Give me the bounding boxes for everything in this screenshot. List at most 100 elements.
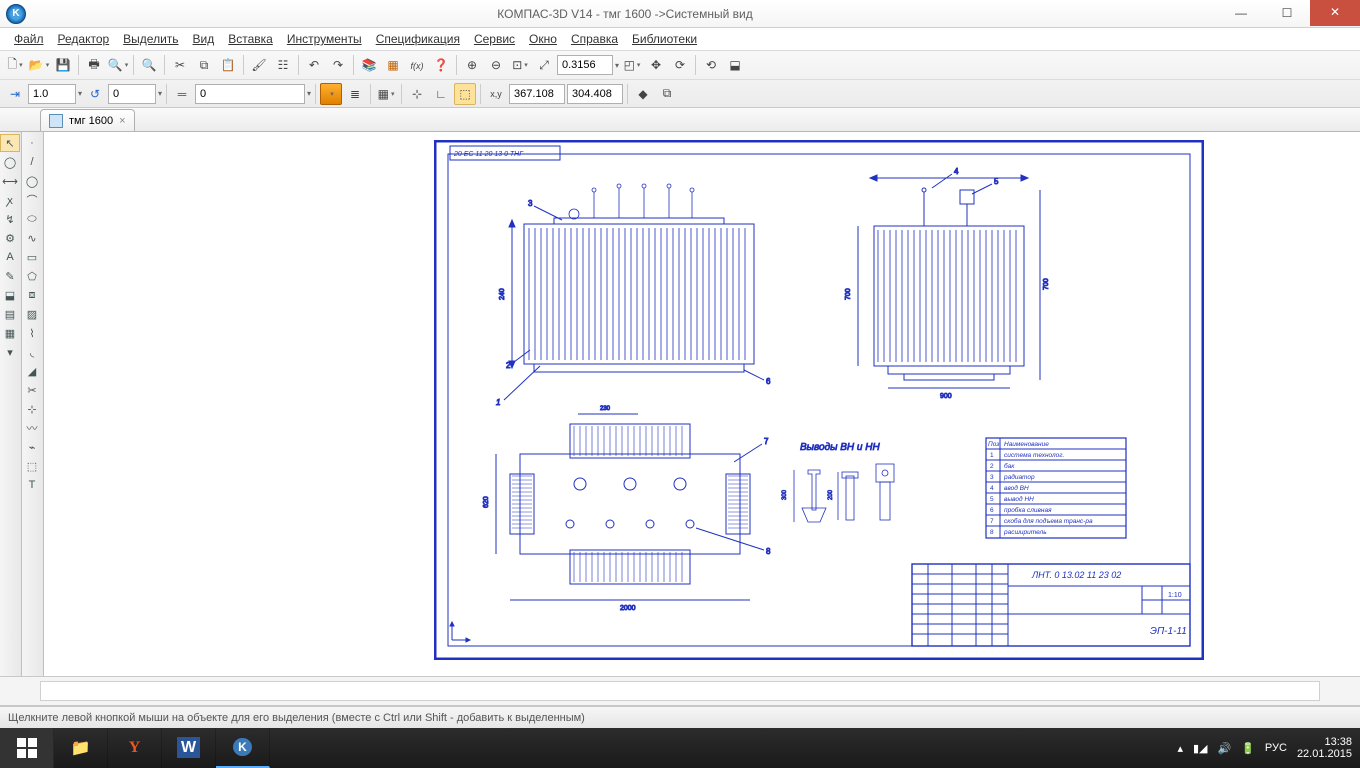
tray-lang[interactable]: РУС (1265, 742, 1287, 754)
new-button[interactable] (4, 54, 26, 76)
lt-arc[interactable]: ⌒ (22, 191, 42, 209)
zoom-in-button[interactable] (461, 54, 483, 76)
snap-manage-button[interactable]: ⧉ (656, 83, 678, 105)
round-button[interactable]: ⬚ (454, 83, 476, 105)
open-button[interactable] (28, 54, 50, 76)
zoom-out-button[interactable] (485, 54, 507, 76)
step-input[interactable] (28, 84, 76, 104)
tray-volume-icon[interactable]: 🔊 (1218, 742, 1232, 755)
menu-spec[interactable]: Спецификация (370, 30, 466, 48)
undo-button[interactable] (303, 54, 325, 76)
snap-end-button[interactable]: ◆ (632, 83, 654, 105)
tool-report[interactable]: ▦ (0, 324, 20, 342)
tool-measure[interactable]: А (0, 248, 20, 266)
lt-line[interactable]: / (22, 153, 42, 171)
properties-button[interactable]: ☷ (272, 54, 294, 76)
menu-select[interactable]: Выделить (117, 30, 184, 48)
zoom-input[interactable] (557, 55, 613, 75)
tool-param[interactable]: ⚙ (0, 229, 20, 247)
menu-file[interactable]: Файл (8, 30, 50, 48)
menu-help[interactable]: Справка (565, 30, 624, 48)
brush-button[interactable] (248, 54, 270, 76)
paste-button[interactable] (217, 54, 239, 76)
snap-step-button[interactable]: ⇥ (4, 83, 26, 105)
refresh-button[interactable] (700, 54, 722, 76)
angle-step-button[interactable]: ↺ (84, 83, 106, 105)
minimize-button[interactable] (1218, 2, 1264, 24)
lt-text[interactable]: T (22, 476, 42, 494)
tray-clock[interactable]: 13:38 22.01.2015 (1297, 736, 1352, 760)
tray-battery-icon[interactable]: 🔋 (1241, 742, 1255, 755)
pan-button[interactable] (645, 54, 667, 76)
tray-network-icon[interactable]: ▮◢ (1193, 742, 1208, 755)
redo-button[interactable] (327, 54, 349, 76)
tool-rough[interactable]: ✎ (0, 267, 20, 285)
task-yandex[interactable] (108, 728, 162, 768)
zoom-prev-button[interactable] (621, 54, 643, 76)
canvas[interactable]: 20 ЕС 11 20 13 0 ТНГ (44, 132, 1360, 676)
lt-poly[interactable]: ⬠ (22, 267, 42, 285)
lt-break[interactable]: ⌁ (22, 438, 42, 456)
menu-view[interactable]: Вид (187, 30, 221, 48)
coord-sys-button[interactable]: x,y (485, 83, 507, 105)
tab-close-icon[interactable]: × (119, 115, 125, 127)
tool-edit[interactable]: ↯ (0, 210, 20, 228)
menu-libs[interactable]: Библиотеки (626, 30, 703, 48)
lt-fillet[interactable]: ◟ (22, 343, 42, 361)
save-button[interactable] (52, 54, 74, 76)
lt-trim[interactable]: ✂ (22, 381, 42, 399)
task-kompas[interactable] (216, 728, 270, 768)
tool-text[interactable]: ꭗ (0, 191, 20, 209)
layer-color-button[interactable] (320, 83, 342, 105)
property-panel-inner[interactable] (40, 681, 1320, 701)
layers-button[interactable] (344, 83, 366, 105)
tool-more[interactable]: ▾ (0, 343, 20, 361)
lt-spline[interactable]: ∿ (22, 229, 42, 247)
doc-tab[interactable]: тмг 1600 × (40, 109, 135, 131)
zoom-fit-button[interactable] (533, 54, 555, 76)
lt-offset[interactable]: ⧈ (22, 286, 42, 304)
maximize-button[interactable] (1264, 2, 1310, 24)
zoom-window-button[interactable] (509, 54, 531, 76)
lt-hatch[interactable]: ▨ (22, 305, 42, 323)
lt-1[interactable]: · (22, 134, 42, 152)
grid-button[interactable] (375, 83, 397, 105)
print-button[interactable] (83, 54, 105, 76)
close-button[interactable] (1310, 0, 1360, 26)
lt-axis[interactable]: ⊹ (22, 400, 42, 418)
lt-block[interactable]: ⬚ (22, 457, 42, 475)
snap-point-button[interactable] (406, 83, 428, 105)
menu-service[interactable]: Сервис (468, 30, 521, 48)
manager-button[interactable]: ▦ (382, 54, 404, 76)
rotate-button[interactable] (669, 54, 691, 76)
style-combo[interactable] (195, 84, 305, 104)
menu-window[interactable]: Окно (523, 30, 563, 48)
lt-ellipse[interactable]: ⬭ (22, 210, 42, 228)
menu-tools[interactable]: Инструменты (281, 30, 368, 48)
task-word[interactable] (162, 728, 216, 768)
menu-insert[interactable]: Вставка (222, 30, 279, 48)
angle-input[interactable] (108, 84, 156, 104)
preview-button[interactable] (107, 54, 129, 76)
help-button[interactable] (430, 54, 452, 76)
library-button[interactable] (358, 54, 380, 76)
tray-up-icon[interactable]: ▴ (1177, 742, 1183, 755)
tool-geometry[interactable]: ◯ (0, 153, 20, 171)
menu-edit[interactable]: Редактор (52, 30, 116, 48)
task-explorer[interactable] (54, 728, 108, 768)
tool-insert[interactable]: ⬓ (0, 286, 20, 304)
lt-chamfer[interactable]: ◢ (22, 362, 42, 380)
line-style-button[interactable]: ═ (171, 83, 193, 105)
lt-circle[interactable]: ◯ (22, 172, 42, 190)
cut-button[interactable] (169, 54, 191, 76)
lt-wave[interactable]: 〰 (22, 419, 42, 437)
coord-y[interactable] (567, 84, 623, 104)
start-button[interactable] (0, 728, 54, 768)
window-orient-button[interactable]: ⬓ (724, 54, 746, 76)
lt-aux[interactable]: ⌇ (22, 324, 42, 342)
tool-dim[interactable]: ⟷ (0, 172, 20, 190)
ortho-button[interactable] (430, 83, 452, 105)
tool-spec[interactable]: ▤ (0, 305, 20, 323)
tool-select[interactable]: ↖ (0, 134, 20, 152)
variables-button[interactable] (406, 54, 428, 76)
